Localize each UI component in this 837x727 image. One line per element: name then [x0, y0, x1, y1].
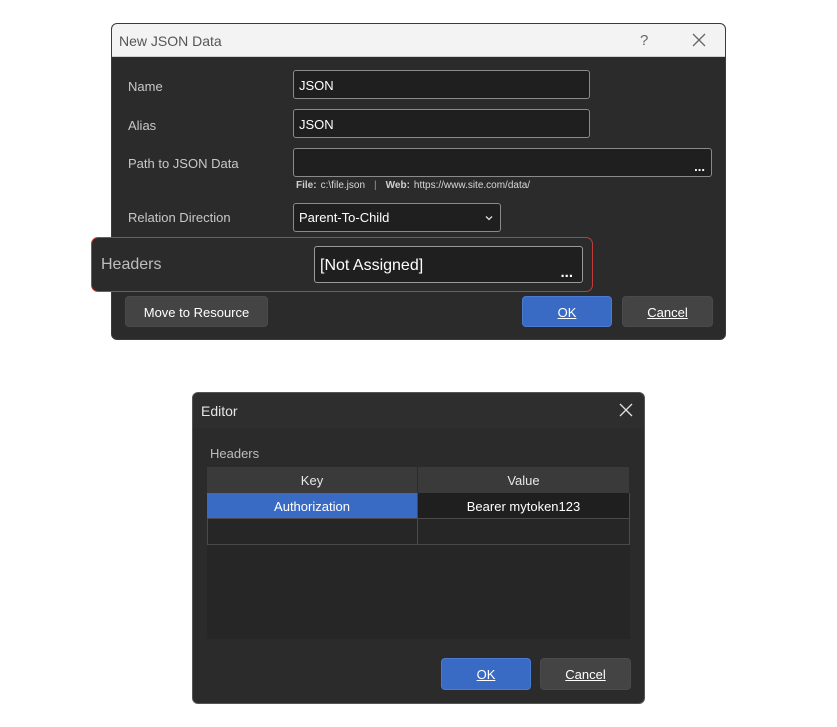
editor-titlebar: Editor [193, 393, 644, 428]
hint-file-label: File: [296, 180, 317, 191]
cancel-label: Cancel [647, 305, 688, 320]
help-icon[interactable]: ? [640, 32, 648, 49]
alias-value: JSON [299, 117, 334, 132]
value-column-header[interactable]: Value [418, 467, 630, 493]
path-input[interactable]: ... [293, 148, 712, 177]
headers-grid-caption: Headers [210, 446, 260, 461]
value-cell[interactable]: Bearer mytoken123 [418, 493, 630, 519]
editor-cancel-label: Cancel [565, 667, 606, 682]
path-hint: File: c:\file.json | Web: https://www.site.c… [296, 180, 530, 191]
editor-ok-label: OK [476, 667, 496, 682]
key-column-header[interactable]: Key [207, 467, 418, 493]
alias-input[interactable]: JSON [293, 109, 590, 138]
chevron-down-icon [485, 216, 493, 221]
editor-title: Editor [201, 403, 238, 419]
headers-value: [Not Assigned] [320, 257, 424, 274]
headers-label: Headers [101, 256, 162, 273]
editor-dialog: Editor Headers Key Value Authorization B… [192, 392, 645, 704]
key-cell[interactable] [207, 519, 418, 545]
headers-grid[interactable]: Key Value Authorization Bearer mytoken12… [207, 467, 630, 639]
headers-highlight: Headers [Not Assigned] ... [91, 237, 593, 292]
ok-button[interactable]: OK [522, 296, 612, 327]
hint-separator: | [374, 180, 377, 191]
relation-label: Relation Direction [128, 210, 231, 225]
move-to-resource-button[interactable]: Move to Resource [125, 296, 268, 327]
alias-label: Alias [128, 118, 157, 133]
close-icon[interactable] [692, 33, 706, 47]
path-browse-button[interactable]: ... [694, 159, 705, 174]
hint-file-value: c:\file.json [320, 180, 366, 191]
relation-direction-select[interactable]: Parent-To-Child [293, 203, 501, 232]
value-cell[interactable] [418, 519, 630, 545]
dialog-titlebar: New JSON Data ? [112, 24, 725, 57]
editor-ok-button[interactable]: OK [441, 658, 531, 690]
headers-browse-button[interactable]: ... [560, 264, 573, 281]
cancel-button[interactable]: Cancel [622, 296, 713, 327]
name-value: JSON [299, 78, 334, 93]
name-label: Name [128, 79, 163, 94]
editor-cancel-button[interactable]: Cancel [540, 658, 631, 690]
hint-web-label: Web: [385, 180, 410, 191]
name-input[interactable]: JSON [293, 70, 590, 99]
headers-field[interactable]: [Not Assigned] ... [314, 246, 583, 283]
ok-label: OK [557, 305, 577, 320]
dialog-title: New JSON Data [119, 33, 222, 49]
new-json-data-dialog: New JSON Data ? Name JSON Alias JSON Pat… [111, 23, 726, 340]
hint-web-value: https://www.site.com/data/ [413, 180, 531, 191]
relation-value: Parent-To-Child [299, 210, 390, 225]
path-label: Path to JSON Data [128, 156, 239, 171]
key-cell[interactable]: Authorization [207, 493, 418, 519]
close-icon[interactable] [619, 403, 633, 417]
